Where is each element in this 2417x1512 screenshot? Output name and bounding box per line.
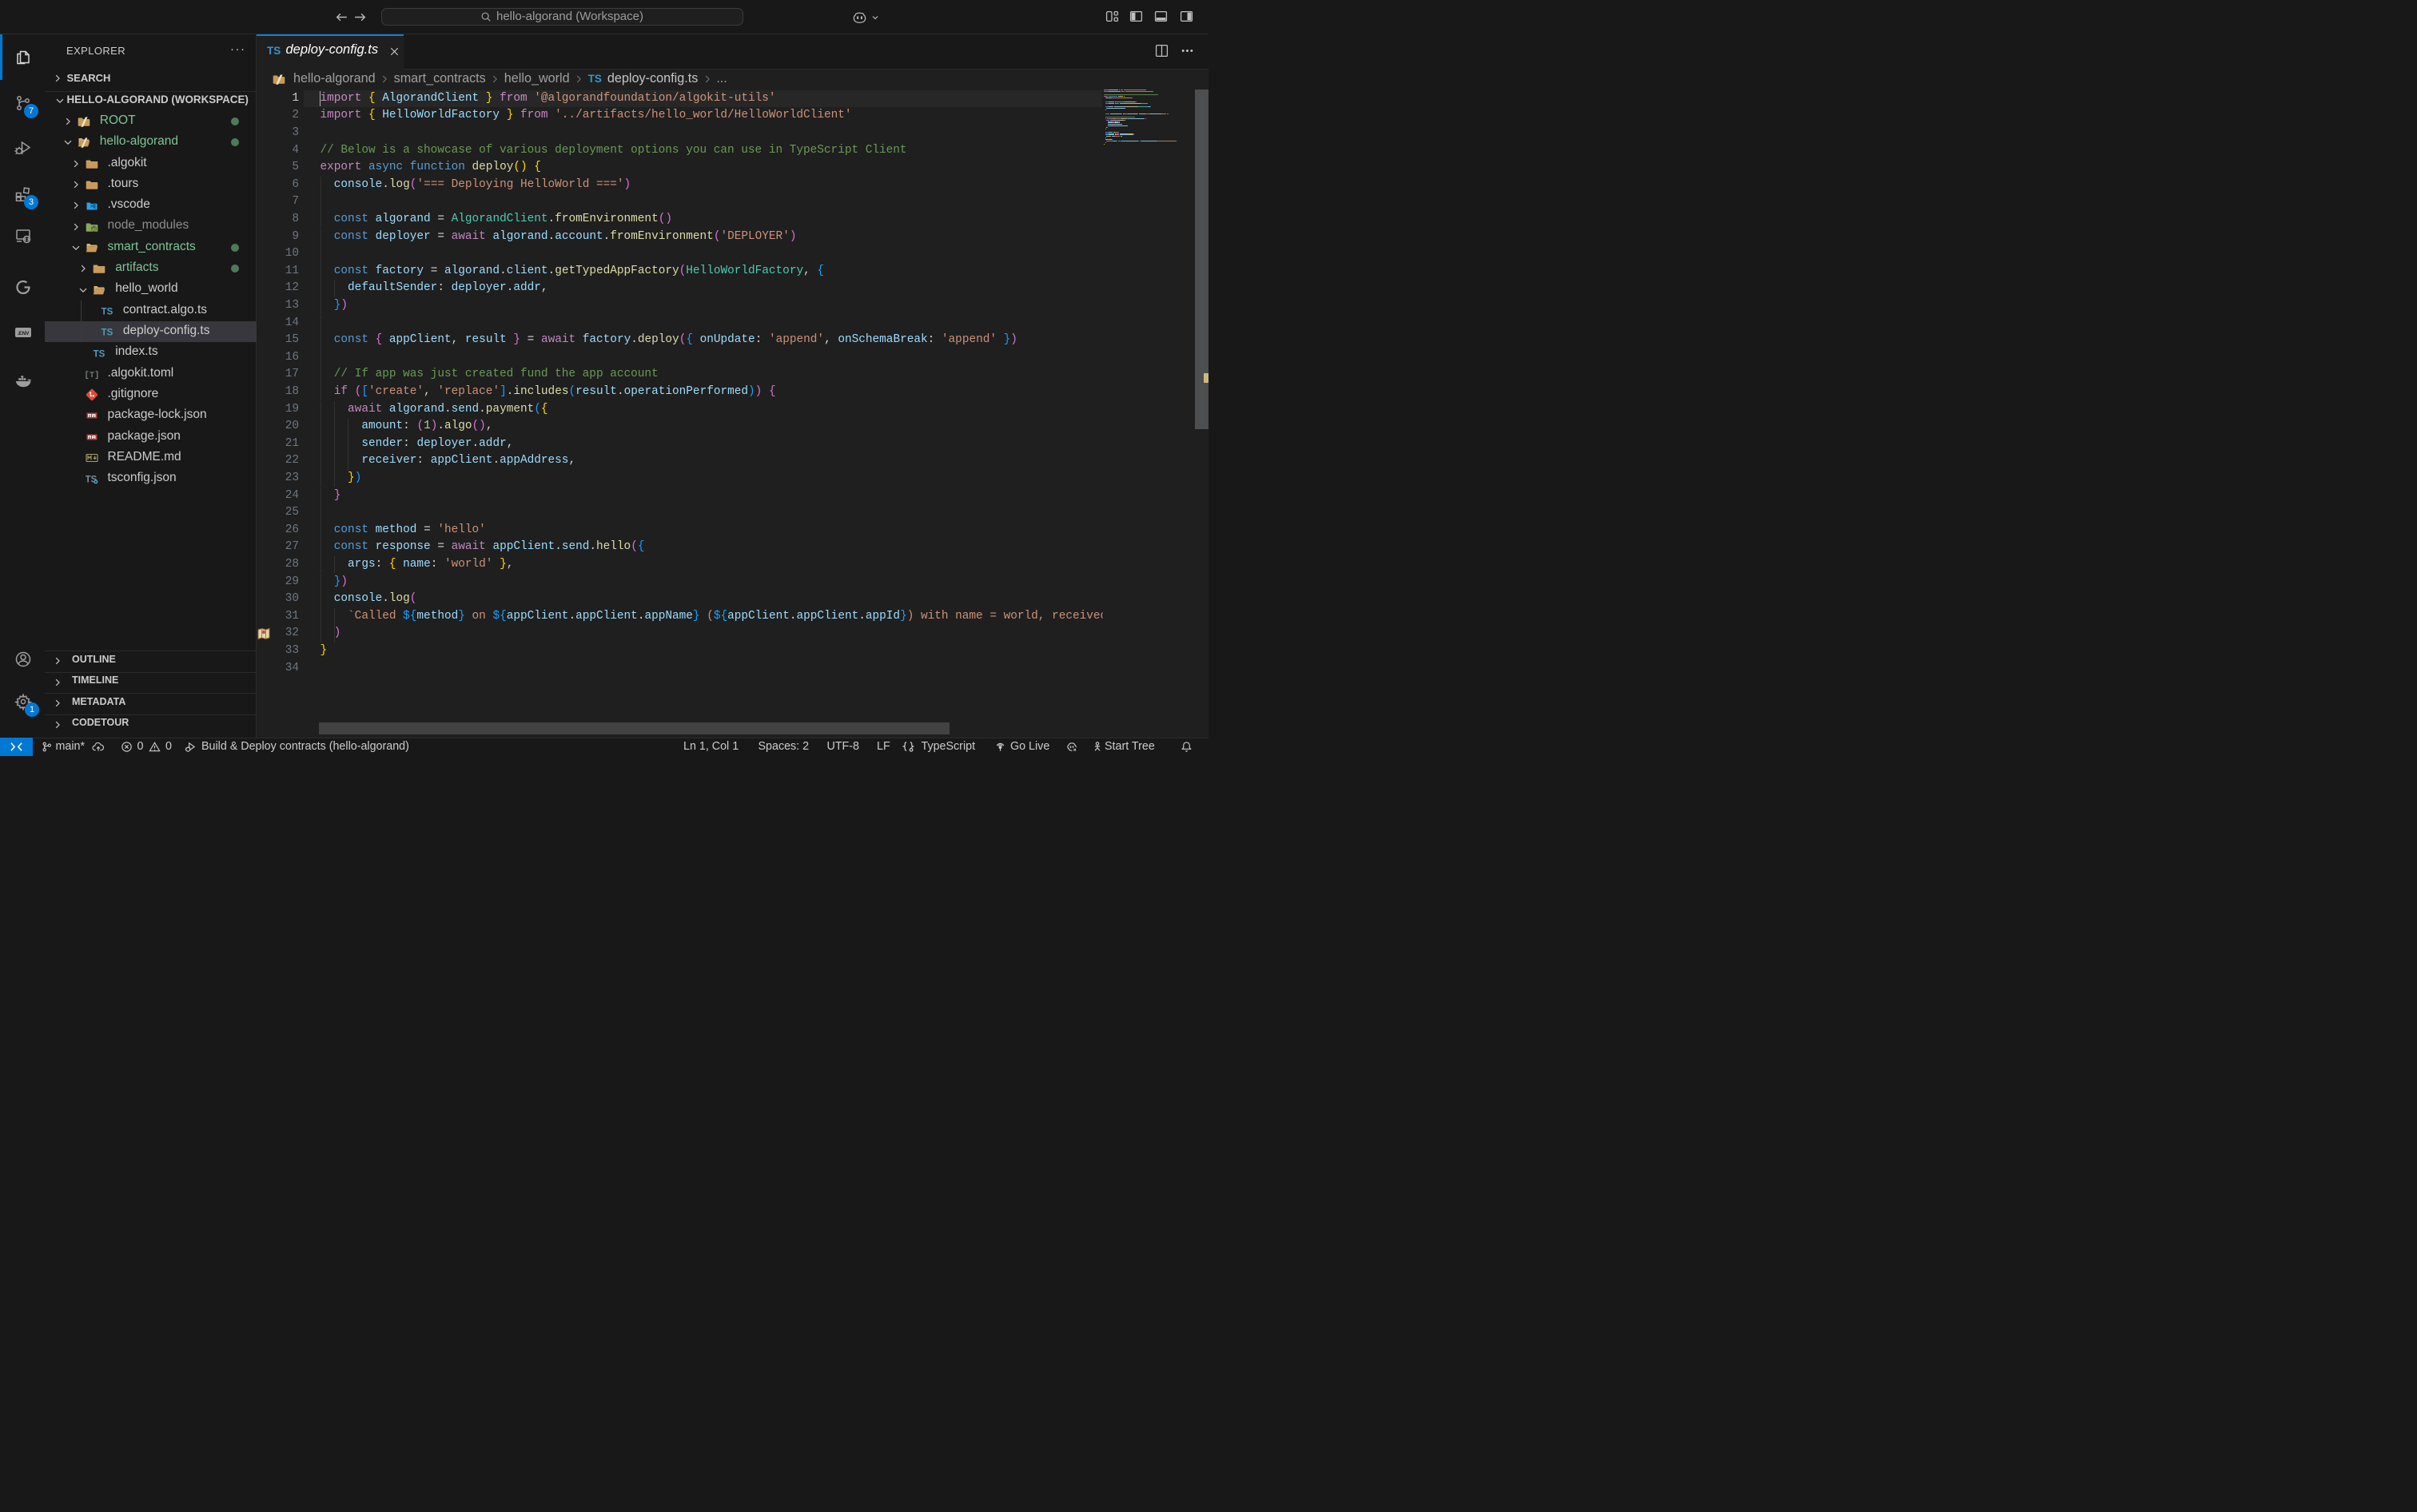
svg-text:TS: TS — [102, 328, 113, 338]
svg-text:TS: TS — [94, 349, 106, 359]
svg-text:TS: TS — [102, 307, 113, 316]
svg-text:JS: JS — [91, 227, 95, 231]
svg-text:.ENV: .ENV — [17, 331, 30, 336]
svg-text:[T]: [T] — [86, 371, 98, 380]
